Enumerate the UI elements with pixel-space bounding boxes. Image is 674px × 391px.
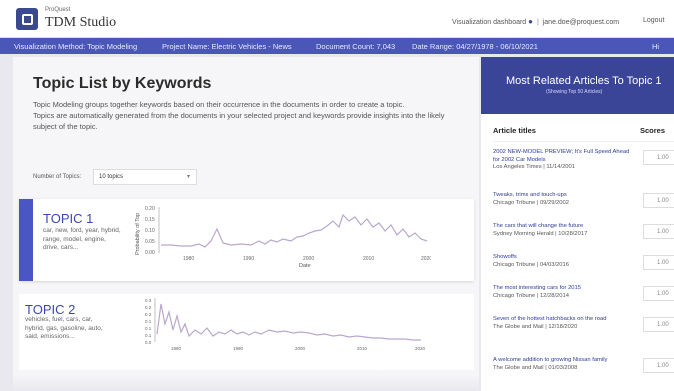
x-tick: 2020 bbox=[421, 256, 431, 262]
article-meta: The Globe and Mail | 12/18/2020 bbox=[493, 323, 578, 330]
article-title[interactable]: 2002 NEW-MODEL PREVIEW; It's Full Speed … bbox=[493, 149, 633, 164]
x-tick: 2000 bbox=[295, 346, 306, 351]
article-item[interactable]: Showoffs Chicago Tribune | 04/03/2016 bbox=[493, 254, 633, 269]
number-of-topics-label: Number of Topics: bbox=[33, 174, 82, 180]
topic-keywords: vehicles, fuel, cars, car, hybrid, gas, … bbox=[25, 316, 103, 340]
related-articles-title: Most Related Articles To Topic 1 bbox=[506, 75, 662, 87]
description-line-2: Topics are automatically generated from … bbox=[33, 111, 445, 131]
row-divider bbox=[493, 141, 674, 142]
article-score: 1.00 bbox=[643, 358, 674, 373]
article-meta: Los Angeles Times | 11/14/2001 bbox=[493, 164, 575, 170]
article-title[interactable]: A welcome addition to growing Nissan fam… bbox=[493, 357, 633, 365]
y-tick: 0.2 bbox=[145, 305, 152, 310]
column-header-scores: Scores bbox=[640, 126, 666, 135]
x-axis-label: Date bbox=[299, 263, 311, 269]
article-title[interactable]: Showoffs bbox=[493, 254, 633, 262]
tdm-logo-icon[interactable] bbox=[16, 8, 38, 30]
topic-1-trend-line bbox=[161, 213, 428, 248]
x-tick: 2010 bbox=[363, 256, 374, 262]
method-info: Visualization Method: Topic Modeling bbox=[14, 42, 138, 51]
project-info-bar: Visualization Method: Topic Modeling Pro… bbox=[0, 38, 674, 54]
topic-name: TOPIC 1 bbox=[43, 211, 94, 226]
related-articles-subtitle: (Showing Top 50 Articles) bbox=[546, 89, 603, 95]
article-meta: Chicago Tribune | 09/29/2002 bbox=[493, 199, 569, 206]
description: Topic Modeling groups together keywords … bbox=[33, 99, 463, 132]
number-of-topics-value: 10 topics bbox=[99, 174, 124, 180]
related-articles-panel: Most Related Articles To Topic 1 (Showin… bbox=[481, 57, 674, 391]
number-of-topics-select[interactable]: 10 topics ▾ bbox=[93, 169, 197, 185]
scroll-fade bbox=[0, 375, 480, 391]
y-tick: 0.3 bbox=[145, 298, 152, 303]
article-item[interactable]: A welcome addition to growing Nissan fam… bbox=[493, 357, 633, 372]
article-score: 1.00 bbox=[643, 255, 674, 270]
user-email[interactable]: jane.doe@proquest.com bbox=[543, 19, 619, 26]
y-tick: 0.10 bbox=[145, 228, 155, 234]
article-title[interactable]: Tweaks, trims and touch-ups bbox=[493, 192, 633, 200]
topic-name: TOPIC 2 bbox=[25, 302, 76, 317]
topic-2-trend-line bbox=[156, 303, 421, 341]
x-tick: 1980 bbox=[183, 256, 194, 262]
x-tick: 1980 bbox=[171, 346, 182, 351]
logout-link[interactable]: Logout bbox=[643, 17, 664, 24]
y-tick: 0.0 bbox=[145, 340, 152, 345]
x-tick: 2000 bbox=[303, 256, 314, 262]
project-info: Project Name: Electric Vehicles - News bbox=[162, 42, 292, 51]
brand-name[interactable]: TDM Studio bbox=[45, 15, 116, 31]
topic-keywords: car, new, ford, year, hybrid, range, mod… bbox=[43, 227, 121, 251]
topic-card[interactable]: TOPIC 2 vehicles, fuel, cars, car, hybri… bbox=[19, 294, 474, 370]
dashboard-link[interactable]: Visualization dashboard bbox=[452, 19, 526, 26]
related-articles-header: Most Related Articles To Topic 1 (Showin… bbox=[481, 57, 674, 114]
article-score: 1.00 bbox=[643, 150, 674, 165]
y-axis-label: Probability of Top bbox=[135, 213, 141, 255]
selected-topic-indicator bbox=[19, 199, 33, 281]
y-tick: 0.1 bbox=[145, 326, 152, 331]
article-item[interactable]: Seven of the hottest hatchbacks on the r… bbox=[493, 316, 633, 331]
article-item[interactable]: The most interesting cars for 2015 Chica… bbox=[493, 285, 633, 300]
article-meta: The Globe and Mail | 01/03/2008 bbox=[493, 364, 578, 371]
article-title[interactable]: Seven of the hottest hatchbacks on the r… bbox=[493, 316, 633, 324]
topic-2-trend-chart: 0.3 0.2 0.2 0.1 0.1 0.1 0.0 1980 1990 20… bbox=[145, 298, 426, 351]
document-count: Document Count: 7,043 bbox=[316, 42, 396, 51]
top-bar: ProQuest TDM Studio Visualization dashbo… bbox=[0, 0, 674, 38]
article-score: 1.00 bbox=[643, 224, 674, 239]
article-title[interactable]: The cars that will change the future bbox=[493, 223, 633, 231]
infobar-right-text: Hi bbox=[652, 42, 660, 51]
article-score: 1.00 bbox=[643, 193, 674, 208]
y-tick: 0.1 bbox=[145, 333, 152, 338]
article-meta: Chicago Tribune | 04/03/2016 bbox=[493, 261, 569, 268]
x-tick: 1990 bbox=[233, 346, 244, 351]
active-dot-icon: ● bbox=[528, 17, 533, 26]
page-title: Topic List by Keywords bbox=[33, 75, 212, 92]
y-tick: 0.15 bbox=[145, 217, 155, 223]
brand-company: ProQuest bbox=[45, 7, 71, 13]
chevron-down-icon: ▾ bbox=[186, 174, 190, 180]
y-tick: 0.20 bbox=[145, 206, 155, 212]
y-tick: 0.1 bbox=[145, 319, 152, 324]
topic-card[interactable]: TOPIC 1 car, new, ford, year, hybrid, ra… bbox=[19, 199, 474, 281]
x-tick: 2020 bbox=[415, 346, 426, 351]
x-tick: 2010 bbox=[357, 346, 368, 351]
article-item[interactable]: 2002 NEW-MODEL PREVIEW; It's Full Speed … bbox=[493, 149, 633, 172]
y-tick: 0.2 bbox=[145, 312, 152, 317]
article-score: 1.00 bbox=[643, 286, 674, 301]
y-tick: 0.05 bbox=[145, 239, 155, 245]
user-nav: Visualization dashboard ● | jane.doe@pro… bbox=[452, 17, 619, 26]
article-item[interactable]: The cars that will change the future Syd… bbox=[493, 223, 633, 238]
article-meta: Sydney Morning Herald | 10/28/2017 bbox=[493, 230, 588, 237]
date-range: Date Range: 04/27/1978 - 06/10/2021 bbox=[412, 42, 538, 51]
topic-1-trend-chart: Probability of Top 0.20 0.15 0.10 0.05 0… bbox=[135, 206, 431, 269]
column-header-titles: Article titles bbox=[493, 126, 536, 135]
y-tick: 0.00 bbox=[145, 250, 155, 256]
article-item[interactable]: Tweaks, trims and touch-ups Chicago Trib… bbox=[493, 192, 633, 207]
article-score: 1.00 bbox=[643, 317, 674, 332]
nav-separator: | bbox=[536, 19, 539, 26]
article-meta: Chicago Tribune | 12/28/2014 bbox=[493, 292, 569, 299]
x-tick: 1990 bbox=[243, 256, 254, 262]
description-line-1: Topic Modeling groups together keywords … bbox=[33, 100, 405, 109]
topic-list-panel: Topic List by Keywords Topic Modeling gr… bbox=[13, 57, 479, 391]
article-title[interactable]: The most interesting cars for 2015 bbox=[493, 285, 633, 293]
